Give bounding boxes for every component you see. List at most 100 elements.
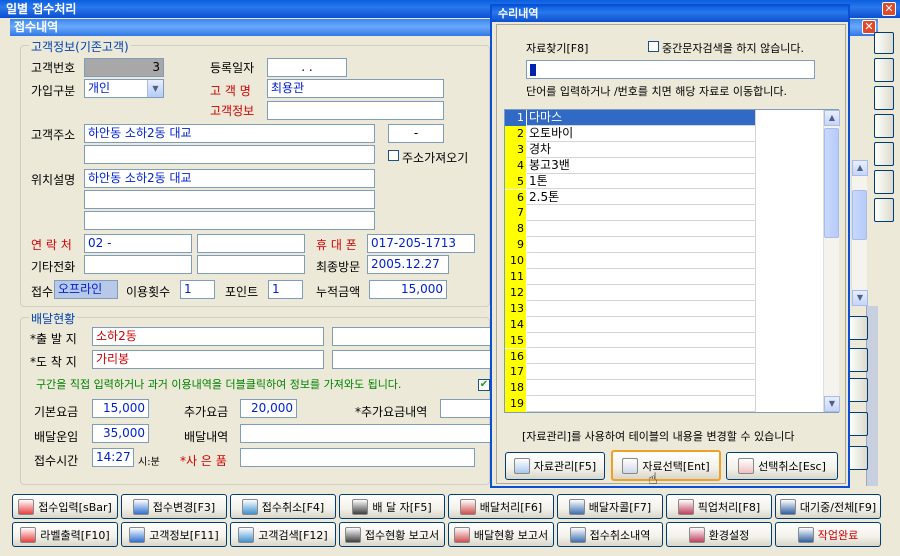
customer-name-field[interactable]: 최용관 [267, 79, 444, 98]
side-button-6[interactable] [874, 170, 894, 194]
cumulative-field[interactable]: 15,000 [369, 280, 447, 299]
popup-scrollbar[interactable]: ▲ ▼ [823, 110, 840, 412]
toolbar-button[interactable]: 라벨출력[F10] [12, 522, 118, 547]
contact-field[interactable]: 02 - [84, 234, 192, 253]
reg-date-field[interactable]: . . [267, 58, 347, 77]
list-item[interactable]: 7 [505, 205, 755, 222]
popup-list[interactable]: 1 다마스 2 오토바이 3 경차 4 봉고3밴 5 1톤 6 2.5톤 7 8 9 10 11 12 13 14 15… [504, 109, 839, 413]
list-item[interactable]: 10 [505, 253, 755, 269]
list-item[interactable]: 9 [505, 237, 755, 254]
side-button-12[interactable] [848, 446, 868, 470]
side-button-8[interactable] [848, 316, 868, 340]
zip-field[interactable]: - [388, 124, 444, 143]
side-button-5[interactable] [874, 142, 894, 166]
popup-scroll-thumb[interactable] [824, 128, 839, 238]
origin-field[interactable]: 소하2동 [92, 327, 324, 346]
toolbar-button[interactable]: 작업완료 [775, 522, 881, 547]
popup-scroll-up-icon[interactable]: ▲ [824, 110, 840, 126]
list-item[interactable]: 4 봉고3밴 [505, 157, 755, 174]
delivery-detail-field[interactable] [240, 424, 492, 443]
toolbar-button[interactable]: 환경설정 [666, 522, 772, 547]
list-item[interactable]: 17 [505, 364, 755, 381]
mobile-field[interactable]: 017-205-1713 [367, 234, 475, 253]
toolbar-button[interactable]: 고객검색[F12] [230, 522, 336, 547]
origin-extra-field[interactable] [332, 327, 492, 346]
list-item[interactable]: 5 1톤 [505, 173, 755, 190]
middle-search-checkbox[interactable] [648, 41, 659, 52]
toolbar-button[interactable]: 접수취소[F4] [230, 494, 336, 519]
cancel-select-button[interactable]: 선택취소[Esc] [726, 452, 838, 480]
base-fee-field[interactable]: 15,000 [92, 399, 149, 418]
side-button-3[interactable] [874, 86, 894, 110]
delivery-fare-field[interactable]: 35,000 [92, 424, 149, 443]
toolbar-button[interactable]: 접수입력[sBar] [12, 494, 118, 519]
list-item[interactable]: 11 [505, 269, 755, 285]
list-item[interactable]: 6 2.5톤 [505, 189, 755, 206]
list-item[interactable]: 13 [505, 300, 755, 317]
toolbar-button[interactable]: 접수취소내역 [557, 522, 663, 547]
contact-field-2[interactable] [197, 234, 305, 253]
side-button-10[interactable] [848, 378, 868, 402]
side-button-11[interactable] [848, 412, 868, 436]
search-input[interactable] [526, 60, 815, 79]
customer-info-field[interactable] [267, 101, 444, 120]
extra-fee-field[interactable]: 20,000 [240, 399, 297, 418]
scroll-up-icon[interactable]: ▲ [852, 160, 868, 176]
toolbar-button[interactable]: 배달현황 보고서 [448, 522, 554, 547]
points-field[interactable]: 1 [268, 280, 303, 299]
dest-field[interactable]: 가리봉 [92, 350, 324, 369]
list-item[interactable]: 3 경차 [505, 141, 755, 158]
list-item[interactable]: 1 다마스 [505, 110, 755, 126]
other-phone-field-2[interactable] [197, 255, 305, 274]
list-item[interactable]: 15 [505, 332, 755, 349]
toolbar-button[interactable]: 접수변경[F3] [121, 494, 227, 519]
scroll-down-icon[interactable]: ▼ [852, 290, 868, 306]
side-button-1[interactable] [874, 32, 894, 54]
address-line2-field[interactable] [84, 145, 375, 164]
receipt-field[interactable]: 오프라인 [54, 280, 118, 299]
customer-id-label: 고객번호 [31, 61, 76, 75]
main-close-icon[interactable]: ✕ [882, 2, 896, 16]
side-scrollbar[interactable]: ▲ ▼ [851, 160, 868, 306]
toolbar-button[interactable]: 배 달 자[F5] [339, 494, 445, 519]
select-data-button[interactable]: 자료선택[Ent] [611, 450, 721, 481]
address-field[interactable]: 하안동 소하2동 대교 [84, 124, 375, 143]
other-phone-field[interactable] [84, 255, 192, 274]
gift-field[interactable] [240, 448, 475, 467]
list-item[interactable]: 16 [505, 348, 755, 365]
side-button-4[interactable] [874, 114, 894, 138]
dest-extra-field[interactable] [332, 350, 492, 369]
last-visit-field[interactable]: 2005.12.27 [367, 255, 449, 274]
chevron-down-icon[interactable]: ▼ [147, 80, 163, 97]
list-item[interactable]: 14 [505, 316, 755, 333]
origin-label: *출 발 지 [30, 332, 77, 346]
side-button-2[interactable] [874, 58, 894, 82]
toolbar-button[interactable]: 고객정보[F11] [121, 522, 227, 547]
list-item[interactable]: 18 [505, 380, 755, 397]
side-button-7[interactable] [874, 198, 894, 222]
side-button-9[interactable] [848, 348, 868, 372]
location-line2-field[interactable] [84, 190, 375, 209]
extra-detail-field[interactable] [440, 399, 492, 418]
time-field[interactable]: 14:27 [92, 448, 134, 467]
list-item[interactable]: 2 오토바이 [505, 125, 755, 142]
toolbar-button[interactable]: 배달자콜[F7] [557, 494, 663, 519]
toolbar-button[interactable]: 대기중/전체[F9] [775, 494, 881, 519]
list-item[interactable]: 8 [505, 221, 755, 238]
use-count-field[interactable]: 1 [180, 280, 215, 299]
list-item[interactable]: 19 [505, 396, 755, 412]
other-phone-label: 기타전화 [31, 260, 76, 274]
manage-data-button[interactable]: 자료관리[F5] [505, 452, 605, 480]
location-line3-field[interactable] [84, 211, 375, 230]
scroll-thumb[interactable] [852, 190, 867, 240]
toolbar-button[interactable]: 배달처리[F6] [448, 494, 554, 519]
toolbar-button-icon [344, 526, 361, 543]
join-type-select[interactable]: 개인 ▼ [84, 79, 164, 98]
hint-checkbox[interactable]: ✔ [478, 379, 490, 391]
address-fetch-checkbox[interactable] [388, 150, 399, 161]
list-item[interactable]: 12 [505, 284, 755, 301]
toolbar-button[interactable]: 접수현황 보고서 [339, 522, 445, 547]
location-field[interactable]: 하안동 소하2동 대교 [84, 169, 375, 188]
popup-scroll-down-icon[interactable]: ▼ [824, 396, 840, 412]
toolbar-button[interactable]: 픽업처리[F8] [666, 494, 772, 519]
